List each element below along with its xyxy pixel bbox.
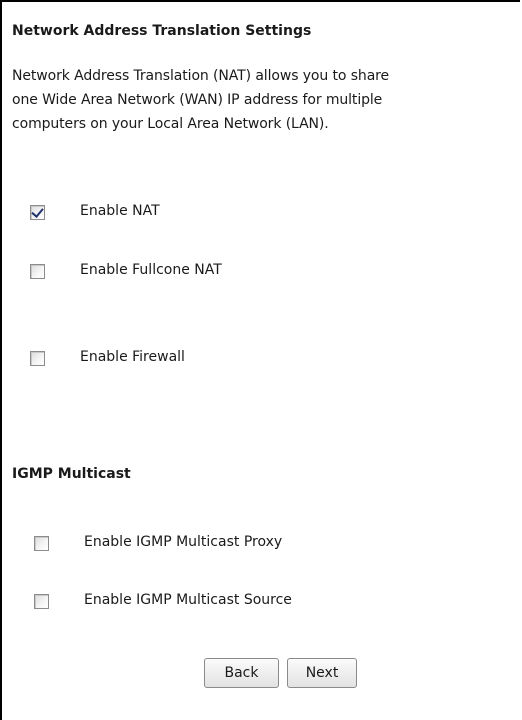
- enable-igmp-multicast-source-checkbox[interactable]: [34, 594, 49, 609]
- nat-heading: Network Address Translation Settings: [12, 23, 312, 39]
- nat-description-line-1: Network Address Translation (NAT) allows…: [12, 68, 390, 84]
- igmp-heading: IGMP Multicast: [12, 466, 131, 482]
- enable-igmp-multicast-source-label: Enable IGMP Multicast Source: [84, 592, 292, 608]
- back-button[interactable]: Back: [204, 658, 279, 688]
- next-button[interactable]: Next: [287, 658, 357, 688]
- enable-igmp-multicast-proxy-label: Enable IGMP Multicast Proxy: [84, 534, 283, 550]
- enable-nat-checkbox[interactable]: [30, 205, 45, 220]
- nat-description-line-2: one Wide Area Network (WAN) IP address f…: [12, 92, 383, 108]
- enable-nat-label: Enable NAT: [80, 203, 160, 219]
- enable-firewall-checkbox[interactable]: [30, 351, 45, 366]
- enable-fullcone-nat-checkbox[interactable]: [30, 264, 45, 279]
- nat-description-line-3: computers on your Local Area Network (LA…: [12, 116, 329, 132]
- enable-firewall-label: Enable Firewall: [80, 349, 185, 365]
- enable-fullcone-nat-label: Enable Fullcone NAT: [80, 262, 222, 278]
- enable-igmp-multicast-proxy-checkbox[interactable]: [34, 536, 49, 551]
